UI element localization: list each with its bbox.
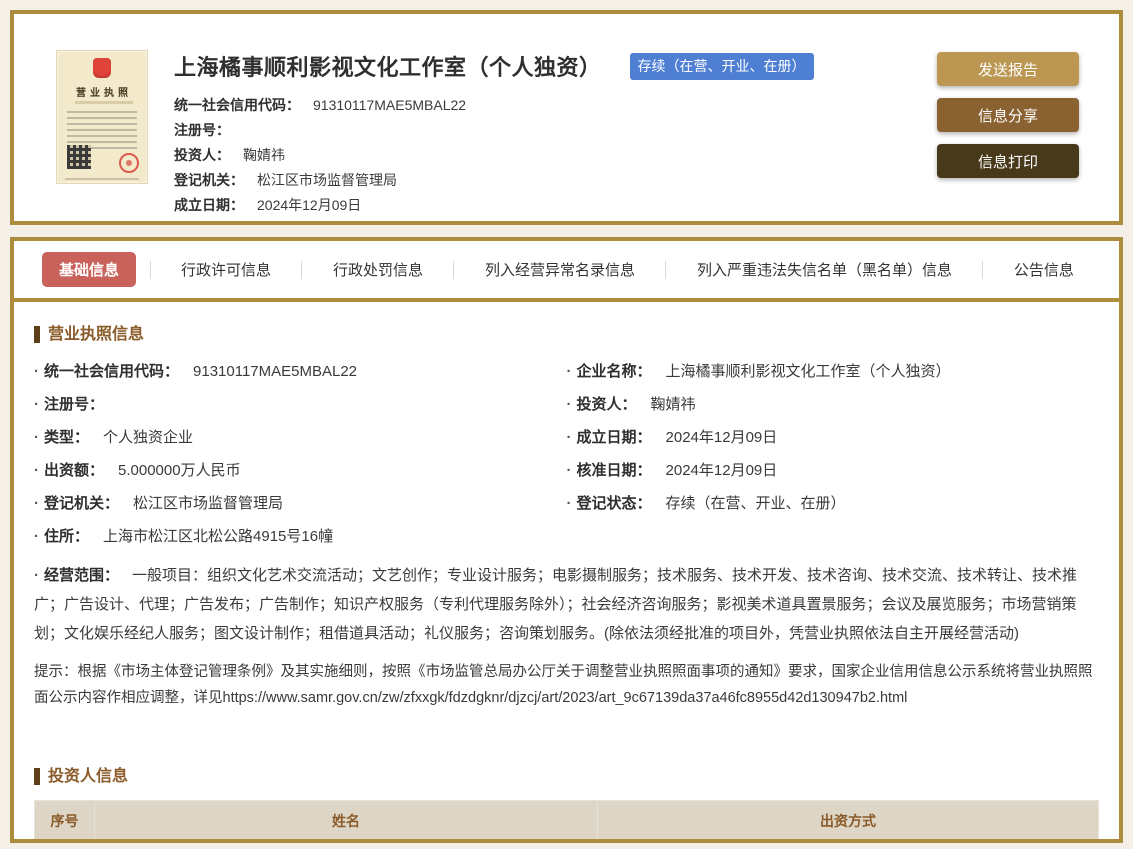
table-header-index: 序号 (35, 801, 95, 841)
tab-divider (301, 261, 302, 279)
field-type: · 类型： 个人独资企业 (34, 428, 567, 448)
license-section-title: 营业执照信息 (34, 326, 1099, 343)
header-field-registry: 登记机关： 松江区市场监督管理局 (174, 168, 937, 193)
tab-divider (150, 261, 151, 279)
header-field-reg-number: 注册号： (174, 118, 937, 143)
license-thumb-title: 营业执照 (57, 84, 147, 99)
tab-admin-license[interactable]: 行政许可信息 (164, 252, 288, 287)
tab-divider (453, 261, 454, 279)
field-address: · 住所： 上海市松江区北松公路4915号16幢 (34, 527, 1099, 547)
investor-table: 序号 姓名 出资方式 1 鞠婧祎 以个人财产出资 (34, 800, 1099, 843)
tab-announcements[interactable]: 公告信息 (997, 252, 1091, 287)
tab-divider (665, 261, 666, 279)
investor-table-head: 序号 姓名 出资方式 (35, 801, 1099, 841)
company-name: 上海橘事顺利影视文化工作室（个人独资） (174, 50, 602, 82)
header-field-credit-code: 统一社会信用代码： 91310117MAE5MBAL22 (174, 93, 937, 118)
investor-table-header-row: 序号 姓名 出资方式 (35, 801, 1099, 841)
qr-code-icon (67, 145, 91, 169)
license-footer-line (65, 178, 139, 180)
company-info-block: 上海橘事顺利影视文化工作室（个人独资） 存续（在营、开业、在册） 统一社会信用代… (174, 50, 937, 221)
license-field-grid: · 统一社会信用代码： 91310117MAE5MBAL22 · 企业名称： 上… (34, 362, 1099, 547)
table-header-name: 姓名 (95, 801, 598, 841)
business-license-image: 营业执照 (56, 50, 148, 184)
tab-abnormal-list[interactable]: 列入经营异常名录信息 (468, 252, 652, 287)
header-field-founded: 成立日期： 2024年12月09日 (174, 193, 937, 218)
tab-basic-info[interactable]: 基础信息 (42, 252, 136, 287)
tab-divider (982, 261, 983, 279)
print-info-button[interactable]: 信息打印 (937, 144, 1079, 178)
license-divider (75, 101, 133, 104)
field-approval-date: · 核准日期： 2024年12月09日 (567, 461, 1100, 481)
cell-contribution: 以个人财产出资 (598, 841, 1099, 844)
table-header-contribution: 出资方式 (598, 801, 1099, 841)
share-info-button[interactable]: 信息分享 (937, 98, 1079, 132)
header-field-investor: 投资人： 鞠婧祎 (174, 143, 937, 168)
table-row: 1 鞠婧祎 以个人财产出资 (35, 841, 1099, 844)
field-founded-date: · 成立日期： 2024年12月09日 (567, 428, 1100, 448)
cell-index: 1 (35, 841, 95, 844)
field-capital: · 出资额： 5.000000万人民币 (34, 461, 567, 481)
red-seal-icon (119, 153, 139, 173)
tab-bar: 基础信息 行政许可信息 行政处罚信息 列入经营异常名录信息 列入严重违法失信名单… (14, 241, 1119, 302)
header-fields: 统一社会信用代码： 91310117MAE5MBAL22 注册号： 投资人： 鞠… (174, 93, 937, 218)
cell-name: 鞠婧祎 (95, 841, 598, 844)
field-status: · 登记状态： 存续（在营、开业、在册） (567, 494, 1100, 514)
tab-blacklist[interactable]: 列入严重违法失信名单（黑名单）信息 (680, 252, 969, 287)
field-investor: · 投资人： 鞠婧祎 (567, 395, 1100, 415)
field-registry: · 登记机关： 松江区市场监督管理局 (34, 494, 567, 514)
investor-section-title: 投资人信息 (34, 768, 1099, 785)
field-reg-number: · 注册号： (34, 395, 567, 415)
send-report-button[interactable]: 发送报告 (937, 52, 1079, 86)
header-buttons: 发送报告 信息分享 信息打印 (937, 50, 1079, 221)
tab-admin-penalty[interactable]: 行政处罚信息 (316, 252, 440, 287)
license-notice-text: 提示：根据《市场主体登记管理条例》及其实施细则，按照《市场监管总局办公厅关于调整… (34, 659, 1099, 711)
investor-table-body: 1 鞠婧祎 以个人财产出资 (35, 841, 1099, 844)
main-card: 基础信息 行政许可信息 行政处罚信息 列入经营异常名录信息 列入严重违法失信名单… (10, 237, 1123, 843)
field-business-scope: ·经营范围：一般项目：组织文化艺术交流活动；文艺创作；专业设计服务；电影摄制服务… (34, 561, 1099, 648)
field-company-name: · 企业名称： 上海橘事顺利影视文化工作室（个人独资） (567, 362, 1100, 382)
content-area: 营业执照信息 · 统一社会信用代码： 91310117MAE5MBAL22 · … (14, 326, 1119, 843)
national-emblem-icon (93, 58, 111, 78)
field-credit-code: · 统一社会信用代码： 91310117MAE5MBAL22 (34, 362, 567, 382)
company-header-card: 营业执照 上海橘事顺利影视文化工作室（个人独资） 存续（在营、开业、在册） 统一… (10, 10, 1123, 225)
status-badge: 存续（在营、开业、在册） (630, 53, 814, 80)
title-row: 上海橘事顺利影视文化工作室（个人独资） 存续（在营、开业、在册） (174, 50, 937, 82)
